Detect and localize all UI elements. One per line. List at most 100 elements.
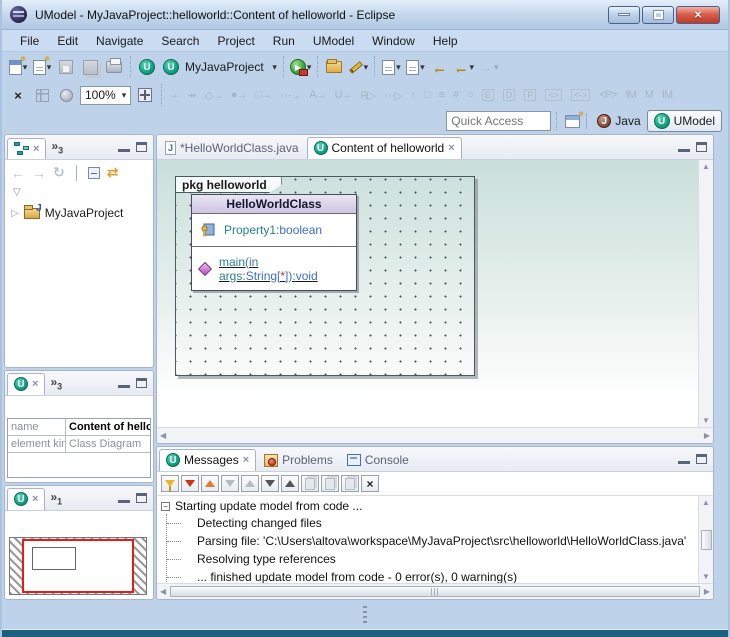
editor-horizontal-scrollbar[interactable]: ◀ ▶ [157, 427, 713, 443]
menu-navigate[interactable]: Navigate [88, 32, 151, 50]
close-tab-icon[interactable]: × [33, 143, 39, 155]
tool-aggregation-button[interactable]: ◇→ [204, 89, 221, 102]
menu-help[interactable]: Help [425, 32, 466, 50]
tool-directed-association-button[interactable]: ↠ [187, 89, 195, 102]
editor-tab-helloworldclass-java[interactable]: J *HelloWorldClass.java [159, 138, 305, 159]
menu-file[interactable]: File [12, 32, 47, 50]
class-name[interactable]: HelloWorldClass [192, 195, 356, 214]
collapse-expand-icon[interactable]: − [161, 502, 170, 511]
umodel-perspective-button[interactable]: U UModel [647, 110, 722, 132]
scroll-right-icon[interactable]: ▶ [704, 431, 710, 440]
console-tab[interactable]: Console [341, 450, 415, 471]
tool-containment-button[interactable]: □→ [256, 89, 272, 101]
prev-error-button[interactable] [201, 475, 219, 492]
scroll-left-icon[interactable]: ◀ [160, 431, 166, 440]
new-wizard-button[interactable]: *▾ [8, 57, 28, 77]
properties-tab[interactable]: U × [7, 373, 45, 395]
log-line[interactable]: Detecting changed files [167, 514, 698, 532]
pan-mode-button[interactable] [135, 85, 155, 105]
splitter-grip[interactable] [363, 606, 367, 624]
tool-instance-button[interactable]: # [453, 89, 458, 101]
close-tab-icon[interactable]: × [32, 378, 38, 390]
messages-vertical-scrollbar[interactable]: ▲ ▼ [698, 496, 713, 583]
tool-profile-application-button[interactable]: <P> [599, 89, 616, 101]
tree-refresh-button[interactable]: ↻ [53, 164, 65, 181]
tool-primitive-button[interactable]: P [524, 89, 536, 101]
tool-datatype-button[interactable]: D [503, 89, 516, 101]
scrollbar-thumb[interactable]: ||| [170, 586, 700, 597]
tool-node-button[interactable]: ○ [467, 89, 473, 101]
log-line[interactable]: ... finished update model from code - 0 … [167, 568, 698, 583]
minimize-view-button[interactable] [678, 454, 690, 464]
menu-project[interactable]: Project [209, 32, 262, 50]
model-tree-tab[interactable]: × [7, 138, 46, 159]
tool-enumeration-button[interactable]: E [482, 89, 494, 101]
import-binary-button[interactable]: ▾ [405, 57, 425, 77]
diagram-canvas[interactable]: pkg helloworld HelloWorldClass Pr [157, 160, 698, 427]
maximize-view-button[interactable] [136, 378, 147, 388]
minimize-view-button[interactable] [118, 378, 130, 388]
tool-dependency-button[interactable]: ⋯→ [280, 89, 300, 102]
close-tab-icon[interactable]: × [448, 142, 454, 154]
menu-umodel[interactable]: UModel [305, 32, 362, 50]
editor-tab-content-of-helloworld[interactable]: U Content of helloworld × [307, 137, 462, 159]
save-all-button[interactable] [80, 57, 100, 77]
maximize-view-button[interactable] [696, 142, 707, 152]
quick-access-input[interactable] [446, 111, 551, 131]
zoom-combo[interactable]: 100%▾ [80, 86, 131, 105]
tool-abstraction-button[interactable]: U→ [335, 89, 352, 101]
tree-item-myjavaproject[interactable]: ▷ MyJavaProject [7, 204, 151, 222]
next-warning-button[interactable] [221, 475, 239, 492]
log-line[interactable]: Resolving type references [167, 550, 698, 568]
back-button[interactable]: ←▾ [453, 57, 474, 77]
delete-button[interactable]: × [8, 85, 28, 105]
import-source-button[interactable]: ▾ [381, 57, 401, 77]
overview-viewport[interactable] [22, 539, 134, 593]
open-folder-button[interactable] [324, 57, 344, 77]
tool-stereotype-button[interactable]: <-> [571, 89, 591, 101]
tab-overflow-indicator[interactable]: »3 [47, 375, 65, 391]
tab-overflow-indicator[interactable]: »3 [48, 139, 66, 155]
uml-package-frame[interactable]: pkg helloworld HelloWorldClass Pr [175, 176, 475, 376]
messages-horizontal-scrollbar[interactable]: ◀ ||| ▶ [157, 583, 713, 599]
tool-class-button[interactable]: ≡ [439, 89, 444, 101]
annotate-button[interactable]: ▾ [348, 57, 368, 77]
tool-usage-button[interactable]: A→ [309, 89, 325, 101]
filter-button[interactable] [161, 475, 179, 492]
apply-umodel-profile-button[interactable]: U [137, 57, 157, 77]
menu-run[interactable]: Run [265, 32, 303, 50]
uml-class-helloworldclass[interactable]: HelloWorldClass Property1:boolean [191, 194, 357, 291]
last-edit-location-button[interactable]: ← [429, 57, 449, 77]
close-button[interactable]: × [676, 6, 720, 24]
tree-expander-icon[interactable]: ▷ [11, 208, 19, 219]
scroll-up-icon[interactable]: ▲ [702, 162, 710, 171]
tool-profile-button[interactable]: <> [545, 89, 562, 101]
copy-all-button[interactable] [341, 475, 359, 492]
maximize-view-button[interactable] [696, 454, 707, 464]
tool-interface-realization-button[interactable]: ⋯▷ [384, 89, 401, 102]
tool-import-button[interactable]: IM [662, 89, 672, 101]
view-menu-button[interactable]: ▽ [5, 185, 153, 200]
menu-edit[interactable]: Edit [49, 32, 86, 50]
next-error-button[interactable] [181, 475, 199, 492]
maximize-button[interactable] [642, 6, 674, 24]
collapse-all-button[interactable] [88, 167, 100, 179]
new-model-element-button[interactable]: *▾ [32, 57, 52, 77]
clear-messages-button[interactable]: × [361, 475, 379, 492]
tree-forward-button[interactable]: → [32, 165, 46, 181]
menu-window[interactable]: Window [364, 32, 423, 50]
class-operation-row[interactable]: main(in args:String[*]):void [192, 247, 356, 290]
copy-button[interactable] [301, 475, 319, 492]
close-tab-icon[interactable]: × [32, 493, 38, 505]
tool-composition-button[interactable]: ●→ [231, 89, 247, 101]
scroll-up-icon[interactable]: ▲ [702, 498, 710, 507]
editor-vertical-scrollbar[interactable]: ▲ ▼ [698, 160, 713, 427]
grayscale-button[interactable] [56, 85, 76, 105]
java-perspective-button[interactable]: J Java [591, 112, 646, 130]
link-with-editor-button[interactable]: ⇄ [107, 164, 119, 181]
fit-selection-button[interactable] [32, 85, 52, 105]
close-tab-icon[interactable]: × [243, 454, 249, 466]
run-button[interactable]: ▶▾ [290, 57, 312, 77]
scroll-left-icon[interactable]: ◀ [160, 587, 166, 596]
save-button[interactable] [56, 57, 76, 77]
